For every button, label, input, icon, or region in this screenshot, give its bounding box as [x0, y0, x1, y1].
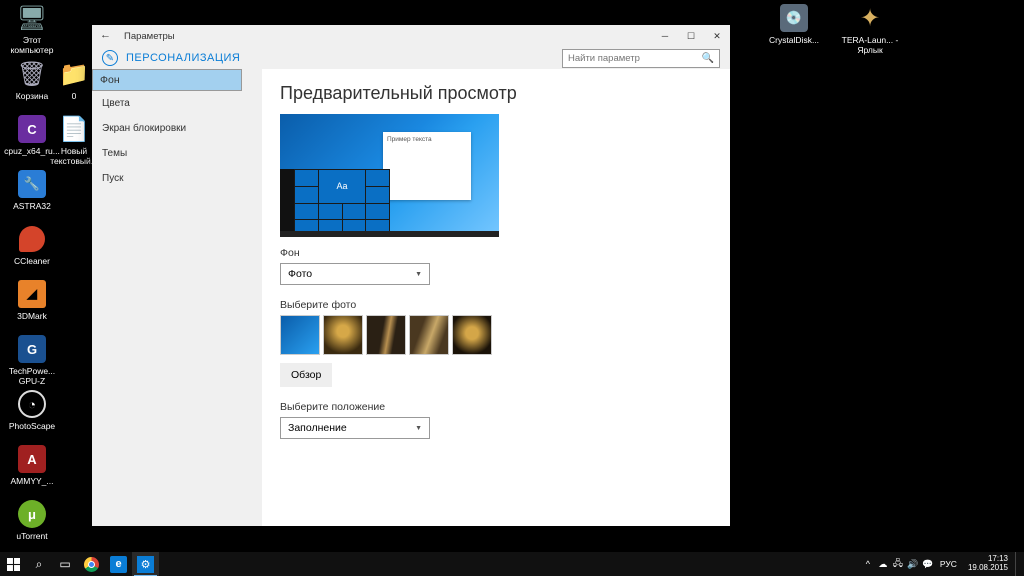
thumb-5[interactable] [452, 315, 492, 355]
start-button[interactable] [0, 552, 26, 576]
chevron-down-icon: ▼ [415, 425, 422, 432]
pc-icon: 🖥 [17, 4, 47, 33]
wallpaper-preview: Пример текста Aa [280, 114, 499, 237]
titlebar[interactable]: ← Параметры ─ ☐ ✕ [92, 25, 730, 47]
taskbar: ⌕ ▭ e ⚙ ^ ☁ 🖧 🔊 💬 РУС 17:13 19.08.2015 [0, 552, 1024, 576]
preview-start-menu: Aa [280, 169, 390, 237]
header: ✎ ПЕРСОНАЛИЗАЦИЯ 🔍 [92, 47, 730, 69]
search-icon: ⌕ [36, 557, 43, 572]
page-heading: ПЕРСОНАЛИЗАЦИЯ [126, 52, 240, 64]
nav-background[interactable]: Фон [92, 69, 242, 91]
close-button[interactable]: ✕ [704, 25, 730, 47]
3dmark-icon: ◢ [18, 280, 46, 308]
fit-select[interactable]: Заполнение ▼ [280, 417, 430, 439]
sidebar-nav: Фон Цвета Экран блокировки Темы Пуск [92, 69, 262, 526]
fit-label: Выберите положение [280, 401, 712, 413]
tray-expand[interactable]: ^ [861, 552, 875, 576]
search-input[interactable] [568, 53, 702, 64]
astra-icon: 🔧 [18, 170, 46, 198]
personalization-icon: ✎ [102, 50, 118, 66]
nav-colors[interactable]: Цвета [92, 91, 262, 116]
textfile-icon: 📄 [59, 115, 89, 144]
tray-language[interactable]: РУС [936, 552, 961, 576]
search-icon: 🔍 [702, 53, 714, 64]
edge-icon: e [110, 556, 127, 573]
task-view-button[interactable]: ▭ [52, 552, 78, 576]
desktop-icon-utorrent[interactable]: μuTorrent [0, 498, 64, 542]
taskbar-search[interactable]: ⌕ [26, 552, 52, 576]
taskbar-chrome[interactable] [78, 552, 105, 576]
gpuz-icon: G [18, 335, 46, 363]
ccleaner-icon [19, 226, 45, 252]
disk-icon: 💿 [780, 4, 808, 32]
tray-onedrive-icon[interactable]: ☁ [876, 552, 890, 576]
nav-start[interactable]: Пуск [92, 166, 262, 191]
back-button[interactable]: ← [100, 29, 114, 43]
background-select[interactable]: Фото ▼ [280, 263, 430, 285]
content-area: Предварительный просмотр Пример текста A… [262, 69, 730, 526]
browse-button[interactable]: Обзор [280, 363, 332, 387]
thumb-3[interactable] [366, 315, 406, 355]
window-title: Параметры [124, 31, 175, 42]
taskview-icon: ▭ [59, 557, 70, 571]
tera-icon: ✦ [860, 4, 880, 33]
desktop-icon-gpuz[interactable]: GTechPowe... GPU-Z [0, 333, 64, 387]
content-title: Предварительный просмотр [280, 83, 712, 104]
thumb-4[interactable] [409, 315, 449, 355]
desktop-icon-tera[interactable]: ✦TERA-Laun... - Ярлык [838, 2, 902, 56]
thumb-2[interactable] [323, 315, 363, 355]
taskbar-settings[interactable]: ⚙ [132, 552, 159, 576]
tray-network-icon[interactable]: 🖧 [891, 552, 905, 576]
background-label: Фон [280, 247, 712, 259]
tray-volume-icon[interactable]: 🔊 [906, 552, 920, 576]
photoscape-icon: ◔ [18, 390, 46, 418]
utorrent-icon: μ [18, 500, 46, 528]
nav-themes[interactable]: Темы [92, 141, 262, 166]
window-controls: ─ ☐ ✕ [652, 25, 730, 47]
minimize-button[interactable]: ─ [652, 25, 678, 47]
photo-thumbnails [280, 315, 712, 355]
thumb-1[interactable] [280, 315, 320, 355]
chrome-icon [84, 557, 99, 572]
desktop-icon-ccleaner[interactable]: CCleaner [0, 223, 64, 267]
desktop-icon-astra32[interactable]: 🔧ASTRA32 [0, 168, 64, 212]
taskbar-edge[interactable]: e [105, 552, 132, 576]
desktop-icon-ammyy[interactable]: AAMMYY_... [0, 443, 64, 487]
tray-notifications-icon[interactable]: 💬 [921, 552, 935, 576]
preview-window: Пример текста [383, 132, 471, 200]
desktop-icon-crystaldisk[interactable]: 💿CrystalDisk... [762, 2, 826, 46]
settings-window: ← Параметры ─ ☐ ✕ ✎ ПЕРСОНАЛИЗАЦИЯ 🔍 Фон… [92, 25, 730, 526]
search-box[interactable]: 🔍 [562, 49, 720, 68]
folder-icon: 📁 [59, 60, 89, 89]
choose-photo-label: Выберите фото [280, 299, 712, 311]
desktop-icon-3dmark[interactable]: ◢3DMark [0, 278, 64, 322]
windows-icon [7, 558, 20, 571]
taskbar-clock[interactable]: 17:13 19.08.2015 [962, 555, 1014, 573]
chevron-down-icon: ▼ [415, 271, 422, 278]
desktop-icon-this-pc[interactable]: 🖥Этот компьютер [0, 2, 64, 56]
nav-lockscreen[interactable]: Экран блокировки [92, 116, 262, 141]
maximize-button[interactable]: ☐ [678, 25, 704, 47]
show-desktop-button[interactable] [1015, 552, 1019, 576]
desktop-icon-photoscape[interactable]: ◔PhotoScape [0, 388, 64, 432]
gear-icon: ⚙ [137, 556, 154, 573]
ammyy-icon: A [18, 445, 46, 473]
